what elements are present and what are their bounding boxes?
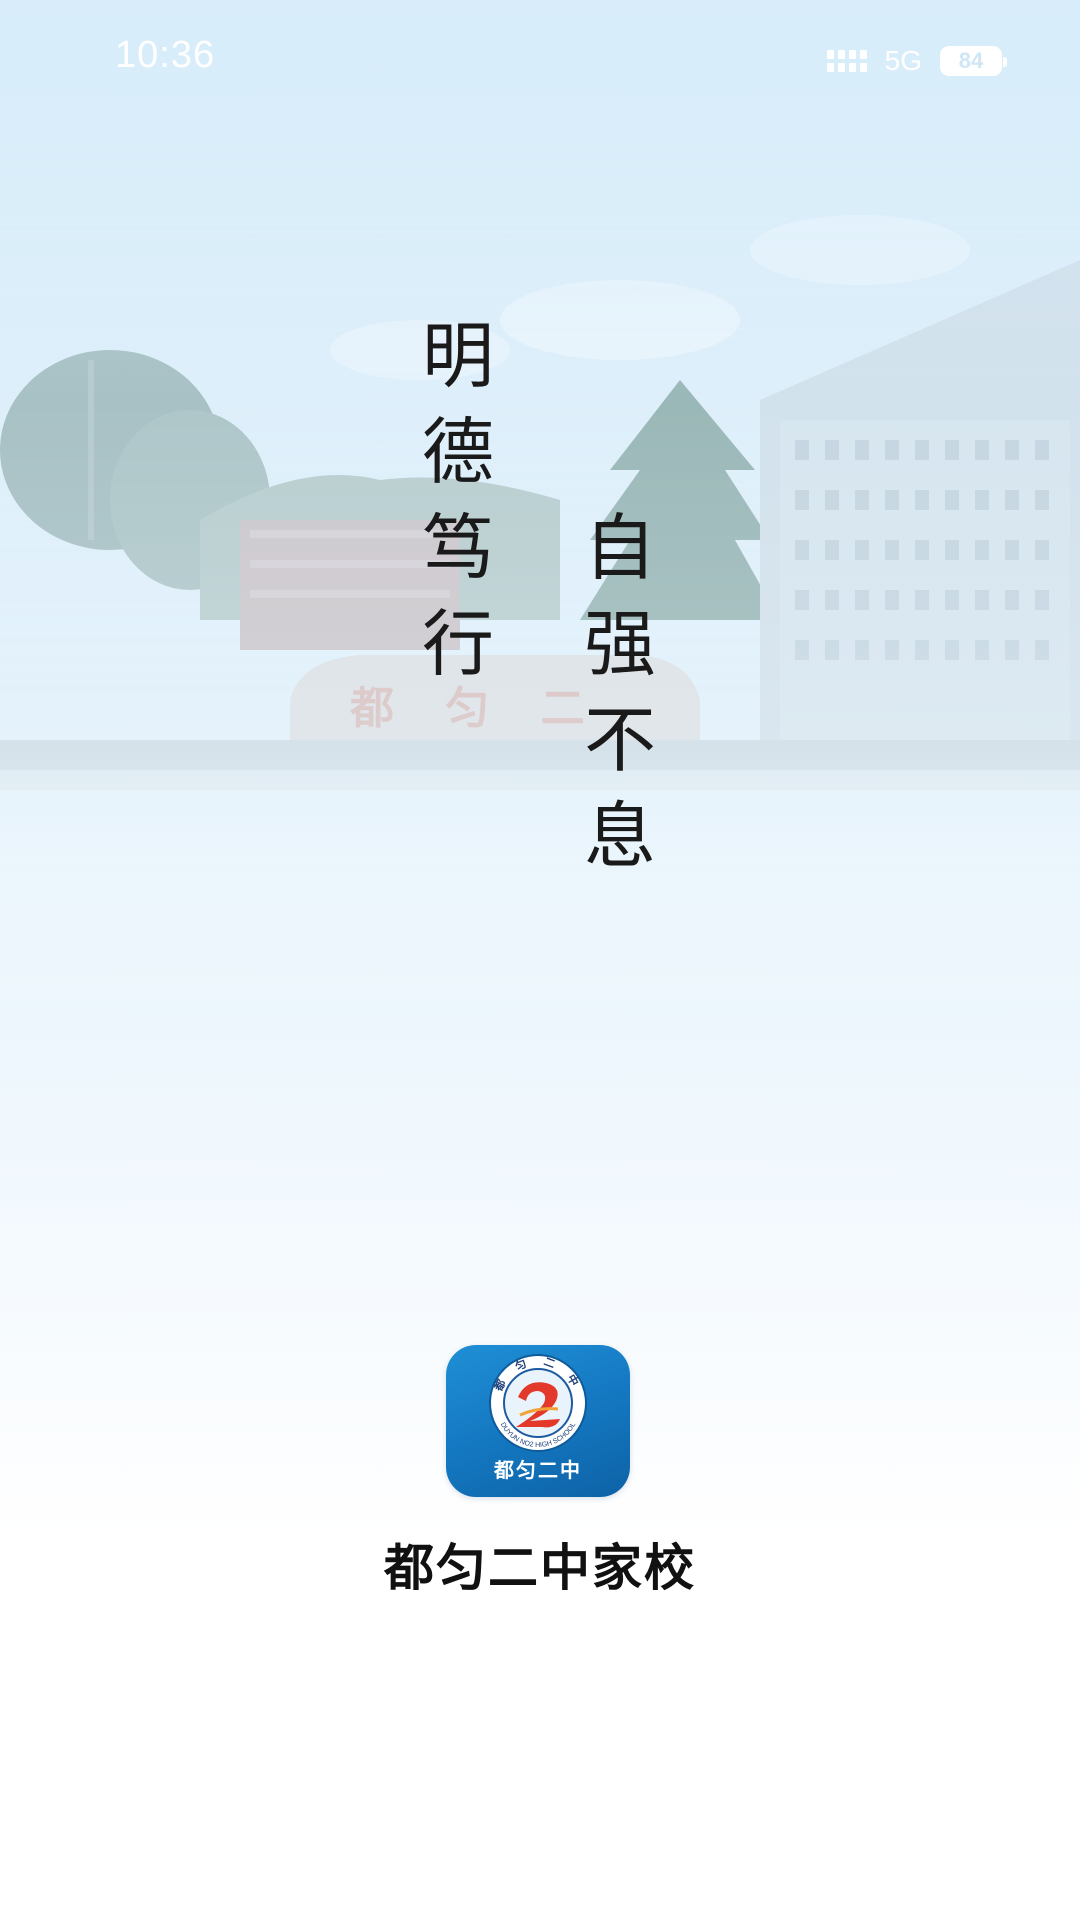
- network-type: 5G: [884, 45, 922, 76]
- school-emblem-icon: 都 匀 二 中 DUYUN NO2 HIGH SCHOOL 都匀二中: [446, 1345, 630, 1497]
- motto-char: 明: [421, 314, 494, 398]
- logo-bottom-text: 都匀二中: [493, 1458, 582, 1482]
- battery-level: 84: [958, 48, 984, 73]
- splash-screen: 都 匀 二 10:36 5G 84 明 德 笃 行 自 强 不 息 都 匀 二 …: [0, 0, 1080, 1920]
- campus-background-image: 都 匀 二: [0, 0, 1080, 1000]
- status-time: 10:36: [115, 34, 216, 76]
- signal-bars-icon: [826, 50, 867, 72]
- motto-char: 行: [421, 602, 494, 686]
- motto-char: 不: [583, 698, 656, 782]
- motto-char: 强: [583, 602, 656, 686]
- motto-char: 笃: [421, 506, 494, 590]
- background-haze: [0, 0, 1080, 1000]
- battery-icon: 84: [940, 46, 1007, 76]
- motto-left-column: 明 德 笃 行: [408, 308, 508, 692]
- motto-char: 息: [583, 794, 656, 878]
- status-bar: 10:36 5G 84: [0, 0, 1080, 120]
- motto-right-column: 自 强 不 息: [570, 500, 670, 884]
- status-indicators: 5G 84: [826, 44, 1007, 78]
- app-name: 都匀二中家校: [384, 1539, 696, 1597]
- motto-char: 德: [421, 410, 494, 494]
- motto-char: 自: [583, 506, 656, 590]
